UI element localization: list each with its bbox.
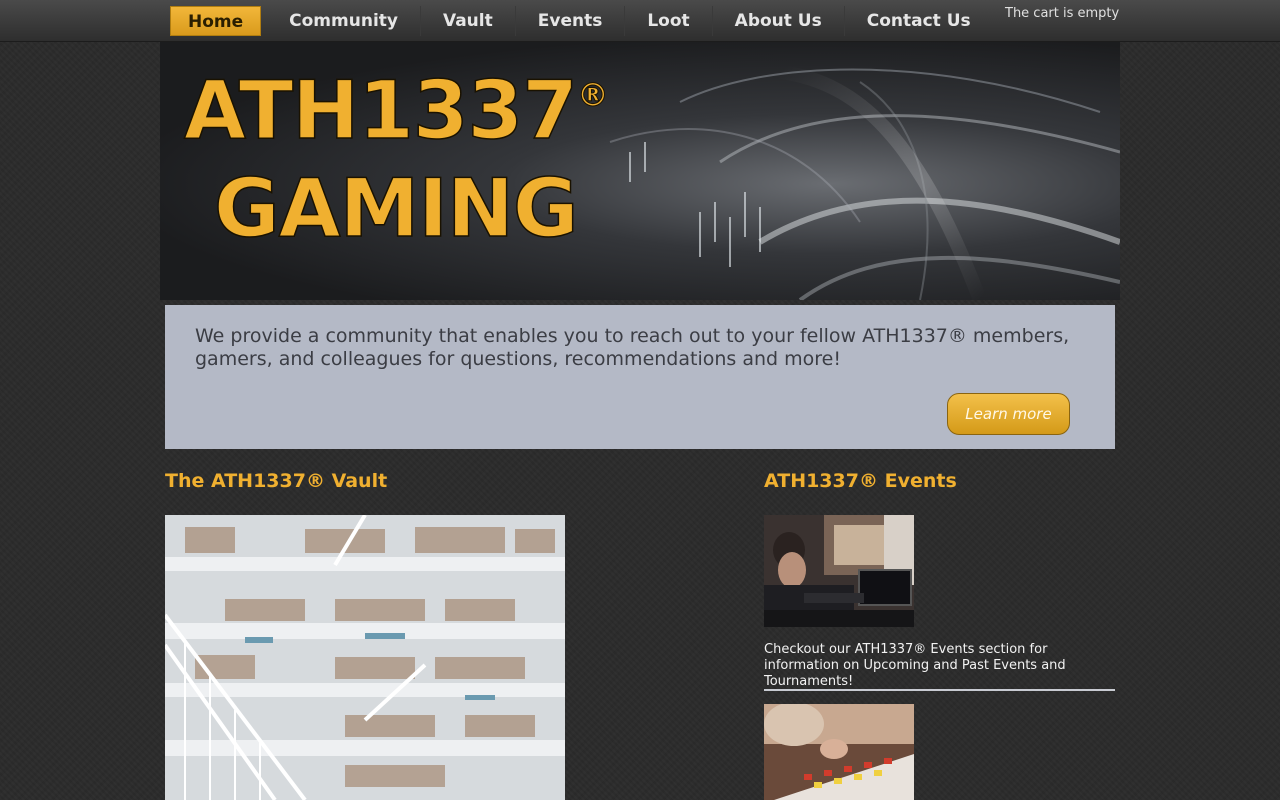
library-illustration xyxy=(165,515,565,800)
nav-item-vault[interactable]: Vault xyxy=(421,6,516,36)
registered-mark: ® xyxy=(576,76,609,115)
event-gaming-image[interactable] xyxy=(764,515,914,627)
vault-library-image[interactable] xyxy=(165,515,565,800)
hero-banner: ATH1337® GAMING xyxy=(160,42,1120,300)
nav-item-events[interactable]: Events xyxy=(516,6,626,36)
brand-title: ATH1337® xyxy=(183,63,609,158)
events-heading: ATH1337® Events xyxy=(764,470,957,492)
learn-more-button[interactable]: Learn more xyxy=(947,393,1070,435)
events-divider xyxy=(764,689,1115,691)
vault-heading: The ATH1337® Vault xyxy=(165,470,388,492)
nav-item-contact-us[interactable]: Contact Us xyxy=(845,6,993,36)
boardgame-illustration xyxy=(764,704,914,800)
gamers-illustration xyxy=(764,515,914,627)
intro-text: We provide a community that enables you … xyxy=(195,325,1070,370)
cart-status[interactable]: The cart is empty xyxy=(1005,6,1119,21)
brand-subtitle: GAMING xyxy=(213,161,579,256)
nav-item-about-us[interactable]: About Us xyxy=(713,6,845,36)
top-navigation-bar: Home Community Vault Events Loot About U… xyxy=(0,0,1280,42)
event-boardgame-image[interactable] xyxy=(764,704,914,800)
main-nav: Home Community Vault Events Loot About U… xyxy=(170,6,993,36)
events-description: Checkout our ATH1337® Events section for… xyxy=(764,642,1066,689)
nav-item-home[interactable]: Home xyxy=(170,6,262,36)
nav-item-loot[interactable]: Loot xyxy=(625,6,713,36)
nav-item-community[interactable]: Community xyxy=(267,6,421,36)
intro-panel: We provide a community that enables you … xyxy=(165,305,1115,449)
